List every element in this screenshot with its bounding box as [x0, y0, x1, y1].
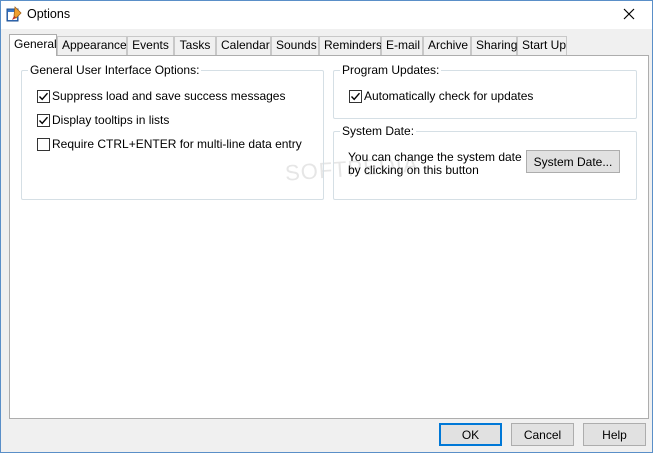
- system-date-group: System Date: You can change the system d…: [333, 123, 637, 200]
- general-tab-panel: SOFTPEDIA General User Interface Options…: [9, 55, 649, 419]
- require-ctrl-enter-option[interactable]: Require CTRL+ENTER for multi-line data e…: [37, 136, 302, 152]
- system-date-title: System Date:: [340, 123, 417, 139]
- tab-tasks[interactable]: Tasks: [174, 36, 216, 55]
- tab-strip: General Appearance Events Tasks Calendar…: [9, 34, 649, 56]
- general-ui-options-title: General User Interface Options:: [28, 62, 202, 78]
- options-dialog: Options General Appearance Events Tasks …: [0, 0, 653, 453]
- checkmark-icon: [38, 92, 49, 100]
- tab-sounds[interactable]: Sounds: [271, 36, 319, 55]
- suppress-messages-checkbox[interactable]: [37, 89, 50, 103]
- display-tooltips-option[interactable]: Display tooltips in lists: [37, 112, 169, 128]
- require-ctrl-enter-checkbox[interactable]: [37, 137, 50, 151]
- auto-check-updates-option[interactable]: Automatically check for updates: [349, 88, 533, 104]
- app-icon: [6, 6, 22, 22]
- suppress-messages-option[interactable]: Suppress load and save success messages: [37, 88, 285, 104]
- display-tooltips-label: Display tooltips in lists: [52, 113, 170, 127]
- require-ctrl-enter-label: Require CTRL+ENTER for multi-line data e…: [52, 137, 302, 151]
- help-button[interactable]: Help: [583, 423, 646, 446]
- tab-email[interactable]: E-mail: [381, 36, 423, 55]
- tab-events[interactable]: Events: [127, 36, 174, 55]
- ok-button[interactable]: OK: [439, 423, 502, 446]
- checkmark-icon: [38, 116, 49, 124]
- program-updates-title: Program Updates:: [340, 62, 442, 78]
- cancel-button[interactable]: Cancel: [511, 423, 574, 446]
- tab-calendar[interactable]: Calendar: [216, 36, 271, 55]
- system-date-description: You can change the system date by clicki…: [348, 151, 522, 177]
- close-button[interactable]: [606, 1, 652, 29]
- general-ui-options-group: General User Interface Options: Suppress…: [21, 62, 324, 200]
- system-date-description-line2: by clicking on this button: [348, 163, 479, 177]
- title-bar[interactable]: Options: [1, 1, 652, 29]
- auto-check-updates-label: Automatically check for updates: [364, 89, 534, 103]
- tab-start-up[interactable]: Start Up: [517, 36, 567, 55]
- tab-archive[interactable]: Archive: [423, 36, 471, 55]
- tab-reminders[interactable]: Reminders: [319, 36, 382, 55]
- window-title: Options: [27, 7, 71, 21]
- auto-check-updates-checkbox[interactable]: [349, 89, 362, 103]
- program-updates-group: Program Updates: Automatically check for…: [333, 62, 637, 119]
- system-date-button[interactable]: System Date...: [526, 150, 620, 173]
- tab-appearance[interactable]: Appearance: [57, 36, 127, 55]
- tab-general[interactable]: General: [9, 34, 57, 56]
- suppress-messages-label: Suppress load and save success messages: [52, 89, 286, 103]
- tab-sharing[interactable]: Sharing: [471, 36, 517, 55]
- display-tooltips-checkbox[interactable]: [37, 113, 50, 127]
- close-icon: [623, 8, 635, 23]
- checkmark-icon: [350, 92, 361, 100]
